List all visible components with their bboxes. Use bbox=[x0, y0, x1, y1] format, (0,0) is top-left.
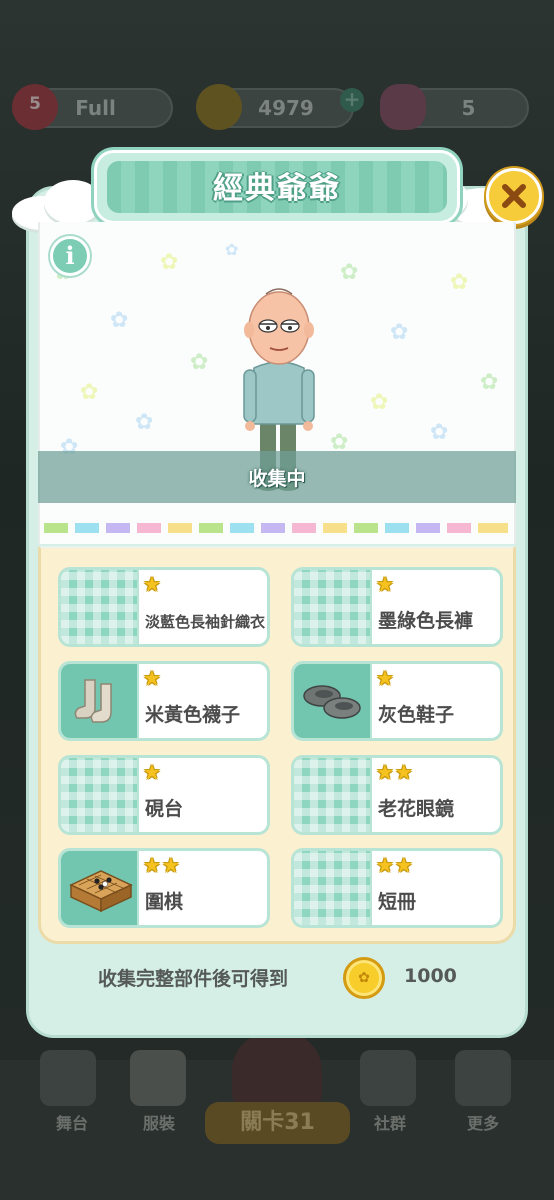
modal-title: 經典爺爺 bbox=[213, 171, 341, 206]
item-card[interactable]: ★★ 老花眼鏡 bbox=[291, 755, 503, 835]
nav-stage[interactable]: 舞台 bbox=[37, 1110, 107, 1134]
clothes-icon bbox=[130, 1050, 186, 1106]
lives-count: 5 bbox=[29, 94, 41, 114]
nav-more[interactable]: 更多 bbox=[448, 1110, 518, 1134]
star-rating: ★★ bbox=[376, 853, 414, 877]
deco-stripe bbox=[230, 523, 254, 533]
item-card[interactable]: ★ 墨綠色長褲 bbox=[291, 567, 503, 647]
item-placeholder-thumb bbox=[294, 758, 372, 832]
deco-stripe bbox=[106, 523, 130, 533]
deco-stripe bbox=[168, 523, 192, 533]
coin-icon bbox=[196, 84, 242, 130]
item-name: 灰色鞋子 bbox=[378, 704, 455, 726]
heart-icon: 5 bbox=[12, 84, 58, 130]
star-rating: ★ bbox=[143, 572, 162, 596]
item-placeholder-thumb bbox=[294, 851, 372, 925]
level-button[interactable]: 關卡31 bbox=[205, 1102, 350, 1144]
star-rating: ★★ bbox=[376, 760, 414, 784]
item-name: 墨綠色長褲 bbox=[378, 610, 474, 632]
deco-stripe bbox=[261, 523, 285, 533]
deco-stripe bbox=[354, 523, 378, 533]
social-icon bbox=[360, 1050, 416, 1106]
collection-status: 收集中 bbox=[248, 468, 306, 490]
star-rating: ★ bbox=[376, 666, 395, 690]
deco-stripe bbox=[44, 523, 68, 533]
deco-stripe bbox=[447, 523, 471, 533]
coin-icon: ✿ bbox=[343, 957, 385, 999]
more-icon bbox=[455, 1050, 511, 1106]
item-card[interactable]: ★ 硯台 bbox=[58, 755, 270, 835]
star-rating: ★★ bbox=[143, 853, 181, 877]
item-card[interactable]: ★★ 短冊 bbox=[291, 848, 503, 928]
deco-stripe bbox=[385, 523, 409, 533]
item-card[interactable]: ★ 灰色鞋子 bbox=[291, 661, 503, 741]
stage-icon bbox=[40, 1050, 96, 1106]
info-button[interactable]: i bbox=[50, 236, 90, 276]
item-name: 老花眼鏡 bbox=[378, 798, 455, 820]
star-rating: ★ bbox=[376, 572, 395, 596]
nav-social[interactable]: 社群 bbox=[355, 1110, 425, 1134]
character-avatar bbox=[232, 1030, 322, 1110]
star-rating: ★ bbox=[143, 760, 162, 784]
item-name: 米黃色襪子 bbox=[145, 704, 241, 726]
close-button[interactable] bbox=[486, 168, 542, 224]
socks-icon bbox=[61, 664, 139, 738]
deco-stripe bbox=[323, 523, 347, 533]
shoes-icon bbox=[294, 664, 372, 738]
item-card[interactable]: ★★ 圍棋 bbox=[58, 848, 270, 928]
item-placeholder-thumb bbox=[61, 758, 139, 832]
reward-value: 1000 bbox=[404, 965, 457, 987]
item-card[interactable]: ★ 米黃色襪子 bbox=[58, 661, 270, 741]
item-placeholder-thumb bbox=[294, 570, 372, 644]
reward-label: 收集完整部件後可得到 bbox=[98, 968, 289, 990]
deco-stripe bbox=[137, 523, 161, 533]
item-name: 淡藍色長袖針織衣 bbox=[145, 613, 266, 631]
item-name: 硯台 bbox=[145, 798, 184, 820]
item-name: 短冊 bbox=[378, 891, 417, 913]
nav-clothes[interactable]: 服裝 bbox=[124, 1110, 194, 1134]
item-card[interactable]: ★ 淡藍色長袖針織衣 bbox=[58, 567, 270, 647]
deco-stripe bbox=[416, 523, 440, 533]
item-placeholder-thumb bbox=[61, 570, 139, 644]
star-rating: ★ bbox=[143, 666, 162, 690]
add-coins-button[interactable]: + bbox=[340, 88, 364, 112]
flower-icon bbox=[380, 84, 426, 130]
deco-stripe bbox=[75, 523, 99, 533]
deco-stripe bbox=[478, 523, 508, 533]
deco-stripe bbox=[199, 523, 223, 533]
go-board-icon bbox=[61, 851, 139, 925]
item-name: 圍棋 bbox=[145, 891, 184, 913]
title-banner: 經典爺爺 bbox=[94, 150, 460, 224]
close-icon bbox=[502, 184, 526, 208]
deco-stripe bbox=[292, 523, 316, 533]
